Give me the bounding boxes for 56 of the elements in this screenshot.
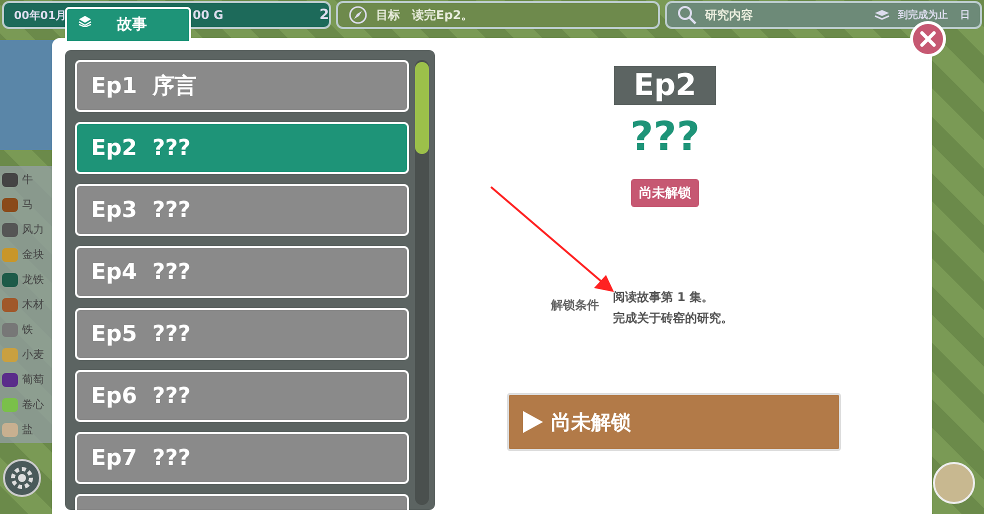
condition-text: 阅读故事第 1 集。 bbox=[613, 289, 715, 306]
episode-item[interactable]: Ep6 ??? bbox=[75, 370, 409, 422]
resource-icon bbox=[2, 372, 18, 386]
money-text: 00 G bbox=[192, 8, 224, 22]
settings-icon[interactable] bbox=[2, 458, 42, 498]
resource-name: 木材 bbox=[22, 297, 44, 312]
episode-item[interactable]: Ep5 ??? bbox=[75, 308, 409, 360]
edge-text: 日 bbox=[960, 9, 970, 22]
book-stack-icon bbox=[77, 15, 93, 27]
episode-badge: Ep2 bbox=[614, 66, 716, 105]
play-icon bbox=[523, 411, 543, 433]
episode-item[interactable]: Ep7 ??? bbox=[75, 432, 409, 484]
scrollbar-thumb[interactable] bbox=[415, 62, 429, 154]
resource-name: 盐 bbox=[22, 422, 33, 437]
book-icon bbox=[874, 9, 890, 21]
resource-name: 卷心 bbox=[22, 397, 44, 412]
research-label: 研究内容 bbox=[705, 6, 753, 24]
episode-item[interactable]: Ep2 ??? bbox=[75, 122, 409, 174]
resource-name: 小麦 bbox=[22, 347, 44, 362]
research-mode-text: 到完成为止 bbox=[898, 8, 948, 22]
condition-label: 解锁条件 bbox=[551, 297, 599, 314]
date-text: 00年01月 bbox=[14, 8, 67, 22]
resource-icon bbox=[2, 172, 18, 186]
resource-icon bbox=[2, 298, 18, 312]
episode-item[interactable]: Ep1 序言 bbox=[75, 60, 409, 112]
resource-name: 葡萄 bbox=[22, 372, 44, 387]
resource-icon bbox=[2, 422, 18, 436]
compass-icon bbox=[348, 5, 368, 25]
resource-name: 金块 bbox=[22, 247, 44, 262]
goal-text: 读完Ep2。 bbox=[412, 6, 474, 24]
resource-name: 铁 bbox=[22, 322, 33, 337]
resource-icon bbox=[2, 248, 18, 262]
resource-icon bbox=[2, 398, 18, 412]
goal-label: 目标 bbox=[376, 6, 400, 24]
resource-name: 马 bbox=[22, 197, 33, 212]
goal-panel[interactable]: 目标 读完Ep2。 bbox=[336, 1, 660, 29]
episode-item[interactable]: Ep4 ??? bbox=[75, 246, 409, 298]
resource-icon bbox=[2, 348, 18, 362]
resource-name: 风力 bbox=[22, 222, 44, 237]
resource-icon bbox=[2, 322, 18, 336]
status-badge: 尚未解锁 bbox=[631, 179, 699, 207]
play-button[interactable]: 尚未解锁 bbox=[507, 393, 841, 451]
resource-name: 牛 bbox=[22, 172, 33, 187]
resource-icon bbox=[2, 222, 18, 236]
episode-item[interactable]: Ep3 ??? bbox=[75, 184, 409, 236]
population-count: 2 bbox=[319, 7, 330, 23]
resource-name: 龙铁 bbox=[22, 272, 44, 287]
condition-text: 完成关于砖窑的研究。 bbox=[613, 310, 733, 327]
resource-icon bbox=[2, 198, 18, 212]
resource-icon bbox=[2, 272, 18, 286]
research-panel[interactable]: 研究内容 到完成为止 日 bbox=[665, 1, 982, 29]
episode-title: ??? bbox=[630, 115, 700, 159]
close-icon bbox=[918, 29, 938, 49]
story-tab[interactable]: 故事 bbox=[65, 7, 191, 43]
search-icon bbox=[677, 5, 697, 25]
tab-label: 故事 bbox=[117, 15, 147, 34]
